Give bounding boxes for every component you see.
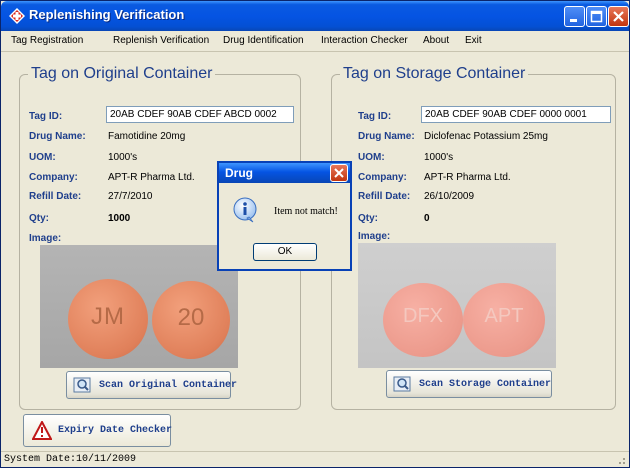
maximize-button[interactable] xyxy=(586,6,607,27)
menu-exit[interactable]: Exit xyxy=(465,35,482,46)
scan-magnifier-icon xyxy=(73,377,91,393)
app-logo-icon xyxy=(9,8,25,24)
menu-drug-identification[interactable]: Drug Identification xyxy=(223,35,304,46)
storage-uom-value: 1000's xyxy=(424,152,454,163)
scan-magnifier-icon xyxy=(393,376,411,392)
close-button[interactable] xyxy=(608,6,629,27)
original-uom-value: 1000's xyxy=(108,152,138,163)
storage-refill-date-label: Refill Date: xyxy=(358,191,411,202)
storage-company-label: Company: xyxy=(358,172,407,183)
close-icon xyxy=(613,11,624,22)
storage-pill-left-mark: DFX xyxy=(403,305,443,327)
original-qty-label: Qty: xyxy=(29,213,49,224)
close-icon xyxy=(334,168,344,178)
resize-grip-icon[interactable] xyxy=(616,455,626,465)
storage-pill-right: APT xyxy=(463,283,545,357)
minimize-icon xyxy=(570,19,577,22)
storage-qty-label: Qty: xyxy=(358,213,378,224)
dialog-title-bar[interactable]: Drug xyxy=(219,163,350,183)
status-bar: System Date:10/11/2009 xyxy=(1,451,629,467)
storage-drug-image: DFX APT xyxy=(358,243,556,368)
warning-icon xyxy=(32,421,52,440)
storage-tag-id-field[interactable]: 20AB CDEF 90AB CDEF 0000 0001 xyxy=(421,106,611,123)
scan-original-label: Scan Original Container xyxy=(99,380,238,391)
title-bar[interactable]: Replenishing Verification xyxy=(1,1,629,31)
drug-dialog: Drug Item not match! OK xyxy=(217,161,352,271)
original-pill-right: 20 xyxy=(152,281,230,359)
expiry-date-checker-button[interactable]: Expiry Date Checker xyxy=(23,414,173,447)
original-pill-left-mark: JM xyxy=(91,303,125,330)
storage-pill-left: DFX xyxy=(383,283,463,357)
original-company-value: APT-R Pharma Ltd. xyxy=(108,172,195,183)
storage-container-group: Tag on Storage Container Tag ID: 20AB CD… xyxy=(331,65,616,410)
storage-uom-label: UOM: xyxy=(358,152,385,163)
dialog-message: Item not match! xyxy=(274,206,338,217)
info-icon xyxy=(233,197,257,223)
original-container-title: Tag on Original Container xyxy=(28,65,216,83)
dialog-ok-button[interactable]: OK xyxy=(253,243,317,261)
original-image-label: Image: xyxy=(29,233,62,244)
storage-pill-right-mark: APT xyxy=(484,305,524,327)
original-uom-label: UOM: xyxy=(29,152,56,163)
menu-interaction-checker[interactable]: Interaction Checker xyxy=(321,35,408,46)
original-drug-name-value: Famotidine 20mg xyxy=(108,131,186,142)
menu-bar: Tag Registration Replenish Verification … xyxy=(1,31,629,52)
storage-company-value: APT-R Pharma Ltd. xyxy=(424,172,511,183)
scan-original-button[interactable]: Scan Original Container xyxy=(66,371,237,399)
original-pill-left: JM xyxy=(68,279,148,359)
app-window: Replenishing Verification Tag Registrati… xyxy=(0,0,630,468)
storage-image-label: Image: xyxy=(358,231,391,242)
scan-storage-button[interactable]: Scan Storage Container xyxy=(386,370,552,398)
original-pill-right-mark: 20 xyxy=(177,304,205,331)
dialog-title: Drug xyxy=(225,166,253,180)
original-qty-value: 1000 xyxy=(108,213,131,224)
system-date-status: System Date:10/11/2009 xyxy=(4,454,137,465)
storage-drug-name-value: Diclofenac Potassium 25mg xyxy=(424,131,548,142)
storage-container-title: Tag on Storage Container xyxy=(340,65,529,83)
original-company-label: Company: xyxy=(29,172,78,183)
menu-replenish-verification[interactable]: Replenish Verification xyxy=(113,35,209,46)
original-refill-date-value: 27/7/2010 xyxy=(108,191,153,202)
original-refill-date-label: Refill Date: xyxy=(29,191,82,202)
storage-tag-id-label: Tag ID: xyxy=(358,111,392,122)
storage-drug-name-label: Drug Name: xyxy=(358,131,415,142)
maximize-icon xyxy=(590,10,603,23)
original-drug-name-label: Drug Name: xyxy=(29,131,86,142)
menu-about[interactable]: About xyxy=(423,35,449,46)
window-title: Replenishing Verification xyxy=(29,7,185,22)
dialog-close-button[interactable] xyxy=(330,164,348,182)
storage-refill-date-value: 26/10/2009 xyxy=(424,191,475,202)
original-tag-id-label: Tag ID: xyxy=(29,111,63,122)
scan-storage-label: Scan Storage Container xyxy=(419,379,552,390)
original-tag-id-field[interactable]: 20AB CDEF 90AB CDEF ABCD 0002 xyxy=(106,106,294,123)
minimize-button[interactable] xyxy=(564,6,585,27)
original-drug-image: JM 20 xyxy=(40,245,238,368)
expiry-date-checker-label: Expiry Date Checker xyxy=(58,425,173,436)
menu-tag-registration[interactable]: Tag Registration xyxy=(11,35,83,46)
storage-qty-value: 0 xyxy=(424,213,430,224)
